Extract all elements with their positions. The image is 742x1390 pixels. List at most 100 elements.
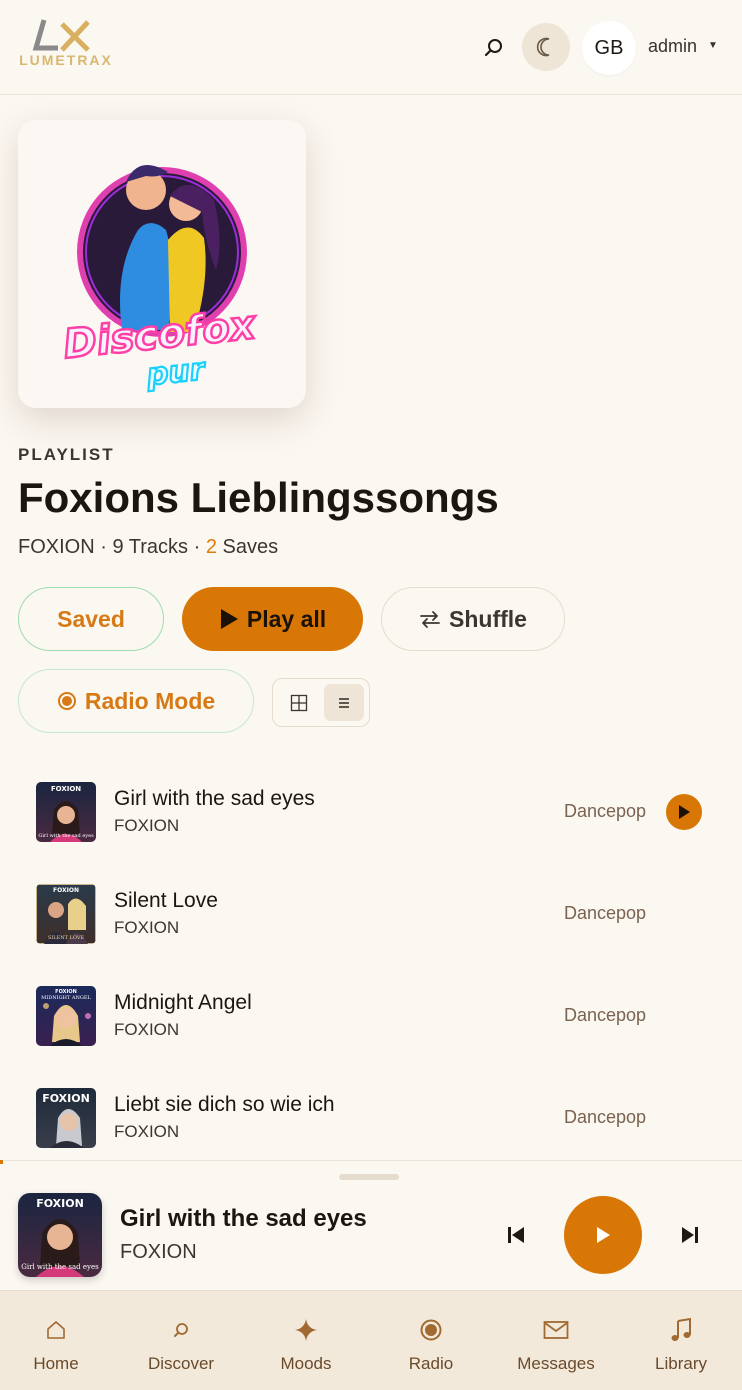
nav-label: Moods: [280, 1354, 332, 1373]
playlist-eyebrow: PLAYLIST: [18, 445, 115, 464]
track-row[interactable]: FOXION MIDNIGHT ANGEL Midnight Angel FOX…: [18, 966, 724, 1056]
svg-text:MIDNIGHT ANGEL: MIDNIGHT ANGEL: [41, 995, 91, 1001]
track-thumbnail: FOXION SILENT LOVE: [36, 884, 96, 944]
nav-messages[interactable]: Messages: [494, 1291, 618, 1390]
playlist-saves-count: 2: [205, 536, 217, 558]
logo-wordmark: LUMETRAX: [19, 52, 113, 68]
mini-player: FOXION Girl with the sad eyes Girl with …: [0, 1160, 742, 1290]
app-header: LUMETRAX GB admin ▼: [0, 0, 742, 95]
mail-icon: [494, 1315, 618, 1345]
skip-next-icon: [682, 1227, 698, 1243]
nav-moods[interactable]: Moods: [244, 1291, 368, 1390]
playlist-saves-label: Saves: [222, 536, 279, 558]
playlist-meta: FOXION · 9 Tracks · 2 Saves: [18, 536, 278, 559]
bottom-nav: Home Discover Moods Radio Messages Libra…: [0, 1290, 742, 1390]
nav-library[interactable]: Library: [619, 1291, 742, 1390]
track-title[interactable]: Midnight Angel: [114, 991, 252, 1015]
playlist-owner[interactable]: FOXION: [18, 536, 95, 558]
track-row[interactable]: FOXION Liebt sie dich so wie ich FOXION …: [18, 1068, 724, 1158]
nav-label: Messages: [517, 1354, 595, 1373]
play-all-label: Play all: [246, 605, 327, 632]
nav-label: Home: [33, 1354, 79, 1373]
track-genre: Dancepop: [564, 801, 647, 821]
track-genre: Dancepop: [564, 1107, 647, 1127]
play-all-button[interactable]: Play all: [182, 587, 363, 651]
cover-subtitle-text: pur: [144, 352, 208, 393]
svg-text:SILENT LOVE: SILENT LOVE: [48, 935, 85, 941]
list-view-button[interactable]: [324, 684, 364, 721]
search-icon: [484, 39, 502, 57]
list-icon: [339, 697, 349, 708]
moon-icon: [536, 37, 550, 57]
track-title[interactable]: Girl with the sad eyes: [114, 787, 315, 811]
track-title[interactable]: Liebt sie dich so wie ich: [114, 1093, 335, 1117]
svg-text:FOXION: FOXION: [36, 1197, 84, 1210]
grid-view-button[interactable]: [279, 684, 319, 721]
play-icon: [597, 1227, 610, 1243]
svg-text:FOXION: FOXION: [51, 785, 81, 793]
meta-separator: ·: [193, 536, 206, 558]
track-artist[interactable]: FOXION: [114, 918, 179, 938]
radio-mode-label: Radio Mode: [84, 687, 216, 714]
nav-label: Radio: [408, 1354, 454, 1373]
username-menu[interactable]: admin: [648, 36, 697, 57]
sparkle-icon: [244, 1315, 368, 1345]
saved-button[interactable]: Saved: [18, 587, 164, 651]
grid-icon: [290, 694, 308, 711]
music-note-icon: [619, 1315, 742, 1345]
shuffle-label: Shuffle: [449, 605, 527, 632]
nav-label: Discover: [147, 1354, 215, 1373]
track-artist[interactable]: FOXION: [114, 1122, 179, 1142]
track-thumbnail: FOXION: [36, 1088, 96, 1148]
drag-handle[interactable]: [339, 1174, 399, 1180]
svg-text:Girl with the sad eyes: Girl with the sad eyes: [38, 833, 94, 839]
search-icon: [119, 1315, 243, 1345]
radio-icon: [369, 1315, 493, 1345]
saved-button-label: Saved: [57, 605, 125, 632]
theme-toggle-button[interactable]: [522, 23, 570, 71]
track-play-button[interactable]: [666, 794, 702, 830]
nav-radio[interactable]: Radio: [369, 1291, 493, 1390]
caret-down-icon[interactable]: ▼: [708, 40, 718, 51]
cover-artwork: Discofox pur: [60, 164, 260, 394]
track-title[interactable]: Silent Love: [114, 889, 218, 913]
view-toggle: [272, 678, 370, 727]
track-row[interactable]: FOXION SILENT LOVE Silent Love FOXION Da…: [18, 864, 724, 954]
radio-mode-button[interactable]: Radio Mode: [18, 669, 254, 733]
svg-text:FOXION: FOXION: [42, 1092, 90, 1105]
playback-progress-bar[interactable]: [0, 1160, 3, 1164]
home-icon: [0, 1315, 118, 1345]
meta-separator: ·: [100, 536, 113, 558]
now-playing-artist[interactable]: FOXION: [120, 1241, 197, 1264]
play-pause-button[interactable]: [564, 1196, 642, 1274]
now-playing-cover[interactable]: FOXION Girl with the sad eyes: [18, 1193, 102, 1277]
skip-previous-icon: [508, 1227, 524, 1243]
shuffle-button[interactable]: Shuffle: [381, 587, 565, 651]
play-icon: [679, 805, 690, 819]
now-playing-title[interactable]: Girl with the sad eyes: [120, 1205, 367, 1233]
lumetrax-logo[interactable]: LUMETRAX: [18, 16, 114, 74]
svg-text:Girl with the sad eyes: Girl with the sad eyes: [21, 1263, 99, 1271]
next-track-button[interactable]: [674, 1221, 706, 1249]
track-thumbnail: FOXION MIDNIGHT ANGEL: [36, 986, 96, 1046]
nav-home[interactable]: Home: [0, 1291, 118, 1390]
shuffle-icon: [419, 609, 441, 629]
nav-discover[interactable]: Discover: [119, 1291, 243, 1390]
track-genre: Dancepop: [564, 903, 647, 923]
previous-track-button[interactable]: [500, 1221, 532, 1249]
play-icon: [219, 608, 239, 630]
radio-icon: [57, 691, 77, 711]
track-artist[interactable]: FOXION: [114, 816, 179, 836]
track-artist[interactable]: FOXION: [114, 1020, 179, 1040]
track-thumbnail: FOXION Girl with the sad eyes: [36, 782, 96, 842]
page-title: Foxions Lieblingssongs: [18, 474, 499, 521]
track-genre: Dancepop: [564, 1005, 647, 1025]
avatar[interactable]: GB: [582, 21, 636, 75]
playlist-cover: Discofox pur: [18, 120, 306, 408]
header-search-button[interactable]: [480, 34, 508, 62]
track-row[interactable]: FOXION Girl with the sad eyes Girl with …: [18, 762, 724, 852]
svg-text:FOXION: FOXION: [53, 887, 79, 894]
playlist-track-count: 9 Tracks: [112, 536, 189, 558]
logo-mark-icon: [32, 19, 90, 52]
nav-label: Library: [655, 1354, 707, 1373]
